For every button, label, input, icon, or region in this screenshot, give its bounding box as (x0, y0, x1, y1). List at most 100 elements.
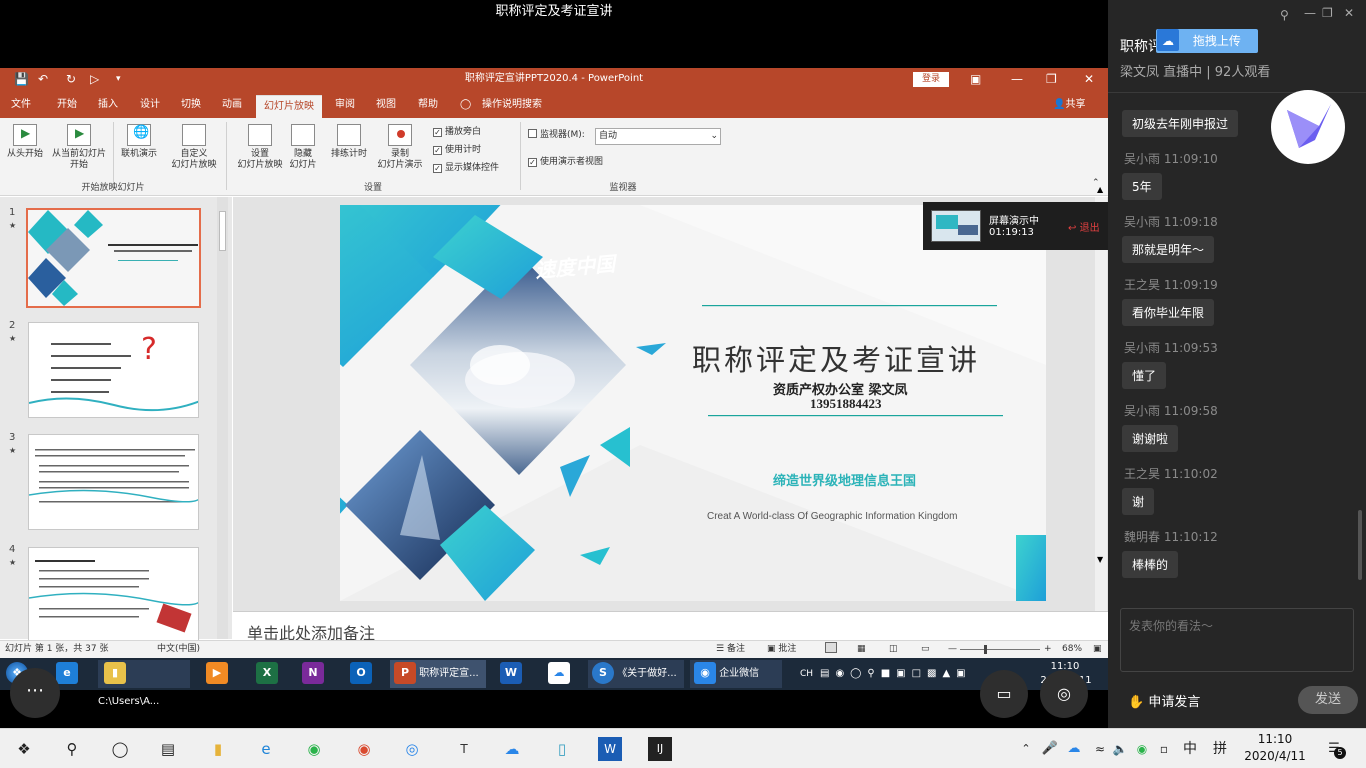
comment-input[interactable]: 发表你的看法～ (1120, 608, 1354, 672)
monitor-select[interactable]: 自动 ⌄ (595, 128, 721, 145)
clock-time[interactable]: 11:10 (1245, 732, 1305, 746)
taskbar-powerpoint[interactable]: P 职称评定宣... (390, 660, 486, 688)
close-icon[interactable]: ✕ (1084, 72, 1094, 86)
from-current-button[interactable]: ▶ 从当前幻灯片 开始 (48, 124, 110, 171)
slide-slogan[interactable]: 缔造世界级地理信息王国 (773, 470, 916, 489)
microphone-icon[interactable]: 🎤 (1038, 737, 1062, 761)
share-preview-thumbnail[interactable] (931, 210, 981, 242)
zoom-slider[interactable] (960, 645, 1040, 654)
slide-1[interactable]: 速度中国 职称评定及考证宣讲 资质产权办公室 梁文凤 13951884423 缔… (233, 197, 1046, 601)
normal-view-icon[interactable] (825, 642, 837, 653)
save-icon[interactable]: 💾 (14, 72, 29, 86)
tab-design[interactable]: 设计 (140, 92, 160, 118)
fit-to-window-icon[interactable]: ▣ (1093, 641, 1102, 657)
ie-icon[interactable]: e (56, 660, 78, 688)
zoom-level[interactable]: 68% (1062, 641, 1082, 657)
undo-icon[interactable]: ↶ (38, 72, 48, 86)
search-icon[interactable]: ⚲ (60, 737, 84, 761)
tab-animations[interactable]: 动画 (222, 92, 242, 118)
ime-indicator[interactable]: CH (800, 660, 813, 688)
zoom-in-icon[interactable]: + (1044, 641, 1052, 657)
slide-scrollbar[interactable]: ▼ ▲ (1095, 185, 1107, 611)
tab-transitions[interactable]: 切换 (181, 92, 201, 118)
thumbnail-scrollbar[interactable] (217, 197, 228, 639)
record-button[interactable]: 录制 幻灯片演示 (370, 124, 430, 171)
upload-button[interactable]: ☁ 拖拽上传 (1156, 29, 1258, 53)
tab-slideshow[interactable]: 幻灯片放映 (256, 95, 322, 118)
more-options-icon[interactable]: ⋯ (10, 668, 60, 718)
rehearse-button[interactable]: 排练计时 (328, 124, 370, 160)
tab-view[interactable]: 视图 (376, 92, 396, 118)
minimize-icon[interactable]: — (1011, 72, 1023, 86)
taskbar-explorer[interactable]: ▮ C:\Users\A... (98, 660, 190, 707)
show-media-controls-checkbox[interactable]: ✓ 显示媒体控件 (433, 160, 499, 173)
tab-review[interactable]: 审阅 (335, 92, 355, 118)
thumbnail-slide-2[interactable]: ? (28, 322, 199, 418)
scrollbar-thumb[interactable] (219, 211, 226, 251)
tab-home[interactable]: 开始 (57, 92, 77, 118)
from-start-button[interactable]: ▶ 从头开始 (4, 124, 46, 160)
tab-file[interactable]: 文件 (11, 92, 31, 118)
thumbnail-slide-3[interactable] (28, 434, 199, 530)
online-present-button[interactable]: 🌐 联机演示 (116, 124, 162, 160)
play-narration-checkbox[interactable]: ✓ 播放旁白 (433, 124, 481, 137)
baidu-netdisk-icon[interactable]: ☁ (500, 737, 524, 761)
show-hidden-icons[interactable]: ⌃ (1014, 737, 1038, 761)
minimize-icon[interactable]: — (1304, 6, 1316, 20)
scroll-up-icon[interactable]: ▲ (1097, 185, 1103, 194)
pin-icon[interactable]: ⚲ (1280, 8, 1289, 22)
close-icon[interactable]: ✕ (1344, 6, 1354, 20)
cortana-icon[interactable]: ◯ (108, 737, 132, 761)
ribbon-display-icon[interactable]: ▣ (970, 72, 981, 86)
wechat-icon[interactable]: ◉ (302, 737, 326, 761)
zoom-slider-thumb[interactable] (984, 645, 987, 654)
request-speak-button[interactable]: ✋ 申请发言 (1128, 691, 1200, 710)
restore-icon[interactable]: ❐ (1322, 6, 1333, 20)
task-view-icon[interactable]: ▤ (156, 737, 180, 761)
login-button[interactable]: 登录 (913, 72, 949, 87)
thumbnail-slide-1[interactable] (26, 208, 201, 308)
taskbar-wecom[interactable]: ◉ 企业微信 (690, 660, 782, 688)
rotate-screen-icon[interactable]: ▭ (980, 670, 1028, 718)
clock-date[interactable]: 2020/4/11 (1240, 749, 1310, 763)
keyboard-icon[interactable]: ▫ (1152, 737, 1176, 761)
thumbnail-slide-4[interactable] (28, 547, 199, 643)
ime-pinyin[interactable]: 拼 (1208, 737, 1232, 761)
setup-show-button[interactable]: 设置 幻灯片放映 (232, 124, 288, 171)
tab-help[interactable]: 帮助 (418, 92, 438, 118)
slide-english-slogan[interactable]: Creat A World-class Of Geographic Inform… (707, 511, 957, 522)
zoom-out-icon[interactable]: — (948, 641, 957, 657)
view-mode-icon[interactable]: ◎ (1040, 670, 1088, 718)
custom-show-button[interactable]: 自定义 幻灯片放映 (168, 124, 220, 171)
exit-share-button[interactable]: ↩ 退出 (1068, 219, 1108, 234)
chat-scrollbar[interactable] (1358, 510, 1362, 580)
tab-insert[interactable]: 插入 (98, 92, 118, 118)
slide-phone[interactable]: 13951884423 (810, 396, 882, 412)
volume-icon[interactable]: 🔈 (1108, 737, 1132, 761)
redo-icon[interactable]: ↻ (66, 72, 76, 86)
notification-center-icon[interactable]: ☰ 5 (1322, 737, 1346, 761)
share-button[interactable]: 👤共享 (1053, 92, 1085, 118)
taskbar-doc[interactable]: S 《关于做好... (588, 660, 684, 688)
chrome-icon[interactable]: ◉ (352, 737, 376, 761)
tell-me-search[interactable]: 操作说明搜索 (482, 92, 542, 118)
intellij-icon[interactable]: IJ (648, 737, 672, 761)
windows-start-icon[interactable]: ❖ (12, 737, 36, 761)
present-from-start-icon[interactable]: ▷ (90, 72, 99, 86)
notes-pane[interactable]: 单击此处添加备注 (233, 611, 1108, 643)
wechat-tray-icon[interactable]: ◉ (1130, 737, 1154, 761)
outlook-icon[interactable]: O (350, 660, 372, 688)
wecom-icon[interactable]: ◎ (400, 737, 424, 761)
notes-app-icon[interactable]: ▯ (550, 737, 574, 761)
file-explorer-icon[interactable]: ▮ (206, 737, 230, 761)
reading-view-icon[interactable]: ◫ (889, 641, 898, 657)
scroll-down-icon[interactable]: ▼ (1097, 555, 1103, 564)
ime-mode[interactable]: 中 (1178, 737, 1202, 761)
media-player-icon[interactable]: ▶ (206, 660, 228, 688)
comments-toggle[interactable]: ▣ 批注 (767, 641, 796, 657)
word-taskbar-icon[interactable]: W (598, 737, 622, 761)
hide-slide-button[interactable]: 隐藏 幻灯片 (286, 124, 320, 171)
cloud-drive-icon[interactable]: ☁ (548, 660, 570, 688)
slide-sorter-icon[interactable]: ▦ (857, 641, 866, 657)
use-timings-checkbox[interactable]: ✓ 使用计时 (433, 142, 481, 155)
